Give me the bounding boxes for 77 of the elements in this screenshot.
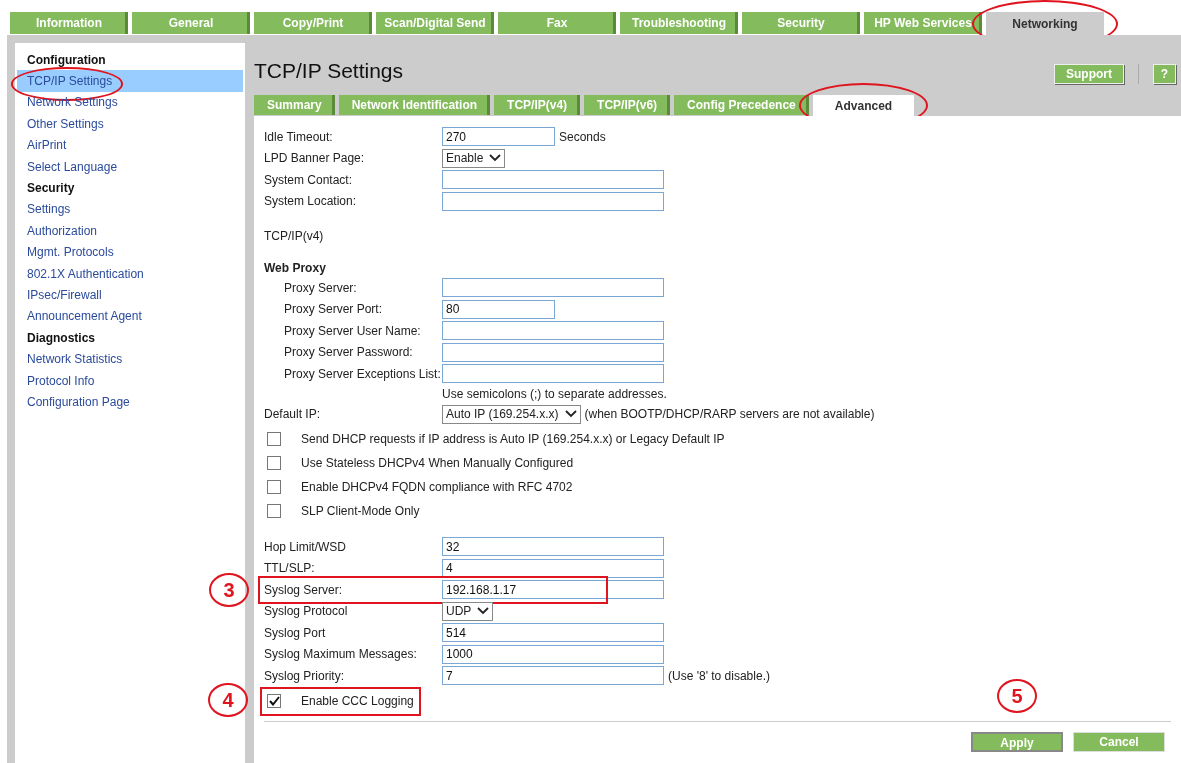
field-label: Proxy Server:: [283, 279, 358, 297]
chevron-down-icon: [564, 410, 577, 419]
input-field[interactable]: [442, 191, 664, 211]
field-label: Syslog Priority:: [264, 667, 346, 685]
checkbox-label: Enable CCC Logging: [301, 692, 414, 710]
sub-tab[interactable]: Advanced: [812, 95, 915, 116]
input-field[interactable]: [442, 170, 664, 190]
sidebar-link[interactable]: Protocol Info: [17, 369, 243, 392]
field-label: LPD Banner Page:: [264, 150, 366, 168]
sidebar-heading: Security: [26, 180, 76, 198]
field-hint: Seconds: [559, 128, 606, 146]
top-tab[interactable]: Networking: [986, 12, 1104, 36]
sidebar-link[interactable]: Authorization: [17, 220, 243, 242]
sidebar-link[interactable]: TCP/IP Settings: [17, 70, 243, 92]
callout-number: 3: [209, 573, 249, 607]
checkbox[interactable]: [267, 693, 281, 708]
sidebar-heading: Diagnostics: [26, 329, 96, 347]
input-field[interactable]: 1000: [442, 644, 664, 664]
section-label: TCP/IP(v4): [264, 227, 325, 245]
section-heading: Web Proxy: [264, 260, 327, 277]
checkbox[interactable]: [267, 504, 281, 518]
input-field[interactable]: [442, 321, 664, 341]
checkbox[interactable]: [267, 432, 281, 446]
dropdown[interactable]: Enable: [442, 148, 506, 168]
field-label: Default IP:: [264, 406, 322, 424]
field-hint: (Use '8' to disable.): [668, 667, 770, 685]
checkbox-label: Enable DHCPv4 FQDN compliance with RFC 4702: [301, 479, 573, 496]
callout-number: 4: [208, 682, 248, 717]
input-field[interactable]: 7: [442, 666, 664, 686]
input-field[interactable]: 4: [442, 558, 664, 578]
sidebar-link[interactable]: Configuration Page: [17, 391, 243, 413]
field-label: Proxy Server User Name:: [283, 322, 422, 340]
input-field[interactable]: 32: [442, 537, 664, 557]
field-label: Idle Timeout:: [264, 128, 334, 146]
input-field[interactable]: 80: [442, 299, 555, 319]
sidebar-link[interactable]: Other Settings: [17, 113, 243, 135]
checkbox-label: SLP Client-Mode Only: [301, 503, 420, 520]
input-field[interactable]: 514: [442, 623, 664, 643]
sidebar-link[interactable]: AirPrint: [17, 134, 243, 156]
checkbox[interactable]: [267, 456, 281, 470]
field-label: TTL/SLP:: [264, 560, 316, 578]
field-label: System Location:: [264, 193, 358, 211]
input-field[interactable]: [442, 342, 664, 362]
chevron-down-icon: [489, 154, 502, 163]
field-label: Proxy Server Password:: [283, 344, 414, 362]
callout-number: 5: [997, 678, 1037, 713]
field-hint: (when BOOTP/DHCP/RARP servers are not available): [584, 406, 875, 424]
field-label: Syslog Maximum Messages:: [264, 646, 418, 664]
field-label: Syslog Server:: [264, 581, 344, 599]
dropdown[interactable]: Auto IP (169.254.x.x): [442, 404, 581, 424]
checkbox-label: Use Stateless DHCPv4 When Manually Configured: [301, 455, 574, 472]
sidebar-link[interactable]: IPsec/Firewall: [17, 284, 243, 306]
page-title: TCP/IP Settings: [254, 58, 403, 84]
sidebar-link[interactable]: Settings: [17, 198, 243, 221]
field-label: Proxy Server Port:: [283, 301, 384, 319]
sidebar-link[interactable]: Select Language: [17, 155, 243, 178]
sidebar-link[interactable]: Network Statistics: [17, 348, 243, 370]
input-field[interactable]: [442, 364, 664, 384]
checkmark-icon: [268, 695, 280, 706]
field-label: Syslog Protocol: [264, 603, 349, 621]
input-field[interactable]: 192.168.1.17: [442, 580, 664, 600]
field-label: Syslog Port: [264, 624, 327, 642]
sidebar-link[interactable]: Announcement Agent: [17, 305, 243, 328]
sidebar-heading: Configuration: [26, 51, 107, 69]
sidebar-link[interactable]: Network Settings: [17, 91, 243, 114]
field-label: System Contact:: [264, 171, 354, 189]
input-field[interactable]: [442, 278, 664, 298]
sidebar-link[interactable]: Mgmt. Protocols: [17, 241, 243, 263]
checkbox[interactable]: [267, 480, 281, 494]
checkbox-label: Send DHCP requests if IP address is Auto IP (169.254.x.x) or Legacy Default IP: [301, 431, 725, 448]
field-label: Proxy Server Exceptions List:: [283, 365, 442, 383]
input-field[interactable]: 270: [442, 127, 555, 147]
field-label: Hop Limit/WSD: [264, 538, 347, 556]
chevron-down-icon: [477, 607, 490, 616]
dropdown[interactable]: UDP: [442, 601, 494, 621]
sidebar-link[interactable]: 802.1X Authentication: [17, 262, 243, 285]
hint-text: Use semicolons (;) to separate addresses.: [442, 386, 667, 403]
